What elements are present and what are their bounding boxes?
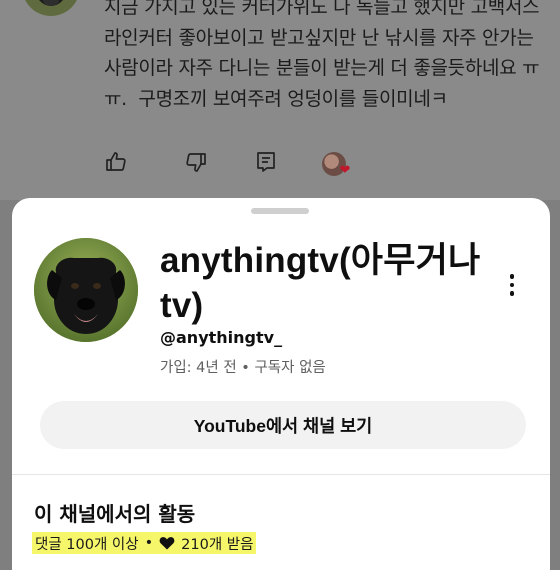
drag-handle[interactable] bbox=[251, 208, 309, 214]
channel-name: anythingtv(아무거나tv) bbox=[160, 241, 481, 325]
channel-bottom-sheet: anythingtv(아무거나tv) @anythingtv_ 가입: 4년 전… bbox=[12, 198, 550, 570]
more-dot-icon bbox=[509, 274, 515, 279]
channel-meta: 가입: 4년 전 • 구독자 없음 bbox=[160, 360, 326, 376]
activity-stats: 댓글 100개 이상 • 210개 받음 bbox=[32, 532, 257, 554]
heart-icon bbox=[159, 536, 175, 550]
more-dot-icon bbox=[509, 291, 515, 296]
channel-handle: @anythingtv_ bbox=[160, 328, 283, 347]
view-channel-on-youtube-button[interactable]: YouTube에서 채널 보기 bbox=[40, 401, 526, 449]
more-options-button[interactable] bbox=[498, 268, 526, 302]
comment-item: 지금 가지고 있는 커터가위도 나 독늘고 했지만 고백서스 라인커터 좋아보이… bbox=[0, 0, 560, 200]
activity-heading: 이 채널에서의 활동 bbox=[34, 502, 196, 526]
comment-text: 지금 가지고 있는 커터가위도 나 독늘고 했지만 고백서스 라인커터 좋아보이… bbox=[104, 0, 546, 110]
divider bbox=[12, 474, 550, 475]
channel-avatar bbox=[34, 238, 138, 342]
more-dot-icon bbox=[509, 282, 515, 288]
likes-received: 210개 받음 bbox=[181, 536, 254, 553]
comment-count: 댓글 100개 이상 bbox=[35, 536, 139, 553]
comment-actions: ❤ bbox=[104, 150, 464, 180]
separator: • bbox=[144, 535, 154, 551]
comment-icon[interactable] bbox=[254, 150, 278, 174]
creator-heart-icon: ❤ bbox=[339, 163, 351, 178]
comment-author-avatar[interactable] bbox=[22, 0, 80, 16]
thumbs-up-icon[interactable] bbox=[104, 150, 128, 174]
thumbs-down-icon[interactable] bbox=[184, 150, 208, 174]
